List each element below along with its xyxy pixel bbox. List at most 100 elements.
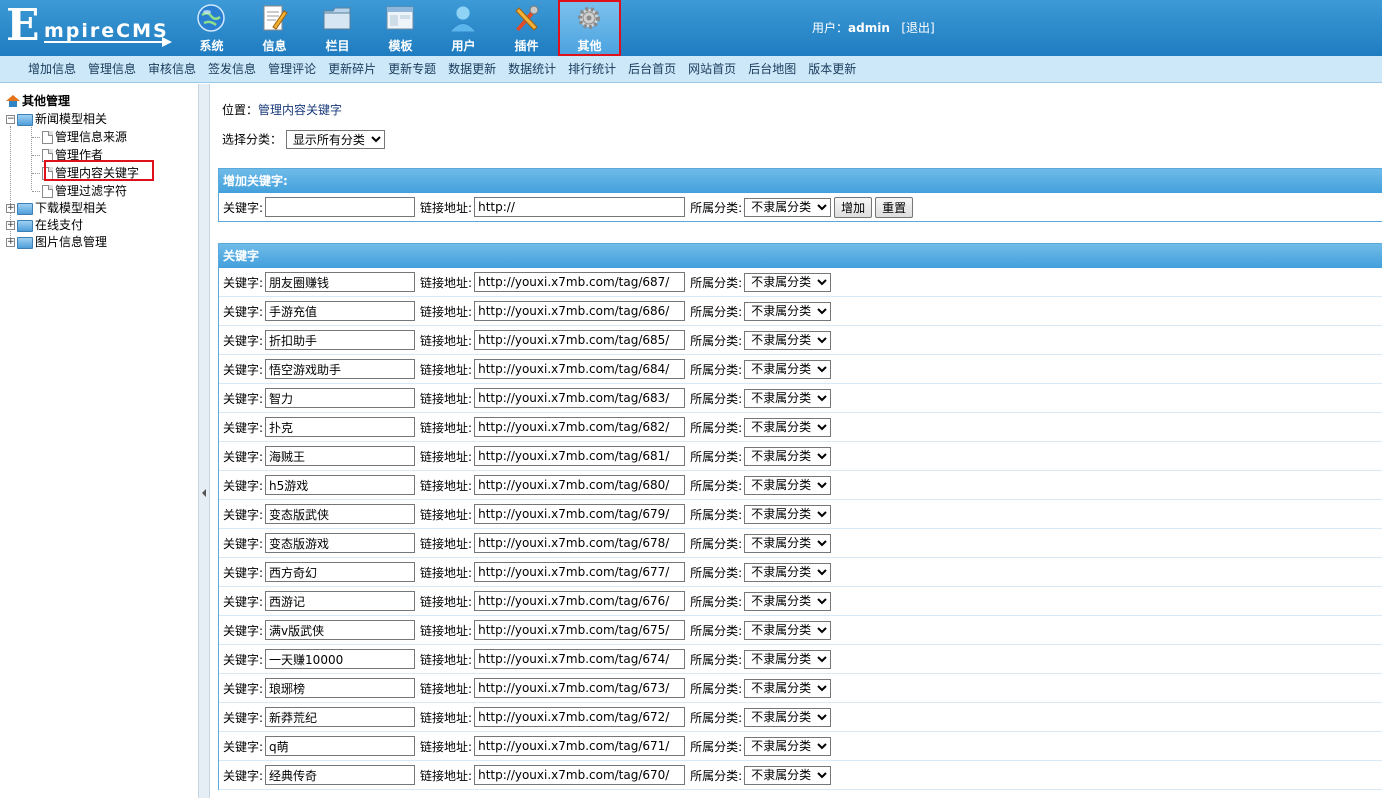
- class-select[interactable]: 不隶属分类: [744, 649, 832, 669]
- menu-item[interactable]: 审核信息: [142, 56, 202, 82]
- keyword-input[interactable]: [265, 301, 416, 321]
- class-select[interactable]: 不隶属分类: [744, 359, 832, 379]
- keyword-input[interactable]: [265, 475, 416, 495]
- menu-item[interactable]: 更新碎片: [322, 56, 382, 82]
- collapse-icon[interactable]: −: [6, 115, 15, 124]
- topnav-system[interactable]: 系统: [180, 0, 243, 56]
- url-input[interactable]: [474, 504, 686, 524]
- expand-icon[interactable]: +: [6, 238, 15, 247]
- topnav-info[interactable]: 信息: [243, 0, 306, 56]
- url-input[interactable]: [474, 678, 686, 698]
- class-select[interactable]: 不隶属分类: [744, 388, 832, 408]
- keyword-input[interactable]: [265, 272, 416, 292]
- expand-icon[interactable]: +: [6, 221, 15, 230]
- keyword-input[interactable]: [265, 649, 416, 669]
- class-select[interactable]: 不隶属分类: [744, 533, 832, 553]
- tree-root[interactable]: 其他管理: [6, 93, 70, 110]
- tree-photo-group[interactable]: + 图片信息管理: [6, 234, 107, 251]
- class-select[interactable]: 不隶属分类: [744, 765, 832, 785]
- url-input[interactable]: [474, 649, 686, 669]
- url-input[interactable]: [474, 707, 686, 727]
- keyword-input[interactable]: [265, 359, 416, 379]
- url-input[interactable]: [474, 330, 686, 350]
- menu-item[interactable]: 排行统计: [562, 56, 622, 82]
- keyword-input[interactable]: [265, 591, 416, 611]
- topnav-column[interactable]: 栏目: [306, 0, 369, 56]
- tree-item-source[interactable]: 管理信息来源: [40, 129, 127, 146]
- keyword-input[interactable]: [265, 736, 416, 756]
- menu-item[interactable]: 签发信息: [202, 56, 262, 82]
- logout-link[interactable]: [退出]: [901, 21, 934, 35]
- url-input[interactable]: [474, 359, 686, 379]
- keyword-input[interactable]: [265, 330, 416, 350]
- class-select[interactable]: 不隶属分类: [744, 330, 832, 350]
- url-input[interactable]: [474, 562, 686, 582]
- username: admin: [848, 21, 890, 35]
- url-input[interactable]: [474, 765, 686, 785]
- menu-item[interactable]: 更新专题: [382, 56, 442, 82]
- expand-icon[interactable]: +: [6, 204, 15, 213]
- class-select[interactable]: 不隶属分类: [744, 562, 832, 582]
- sidebar-splitter[interactable]: [198, 84, 210, 798]
- keyword-input[interactable]: [265, 417, 416, 437]
- class-select[interactable]: 不隶属分类: [744, 678, 832, 698]
- menu-item[interactable]: 增加信息: [22, 56, 82, 82]
- tree-payment-group[interactable]: + 在线支付: [6, 217, 83, 234]
- class-select[interactable]: 不隶属分类: [744, 620, 832, 640]
- menu-item[interactable]: 管理信息: [82, 56, 142, 82]
- keyword-label: 关键字:: [223, 449, 264, 464]
- keyword-input[interactable]: [265, 562, 416, 582]
- category-select[interactable]: 显示所有分类: [285, 130, 385, 149]
- class-select[interactable]: 不隶属分类: [744, 301, 832, 321]
- tree-download-group[interactable]: + 下载模型相关: [6, 200, 107, 217]
- keyword-input[interactable]: [265, 446, 416, 466]
- keyword-list-panel: 关键字 关键字:链接地址:所属分类:不隶属分类关键字:链接地址:所属分类:不隶属…: [218, 243, 1382, 790]
- class-select[interactable]: 不隶属分类: [744, 736, 832, 756]
- class-select[interactable]: 不隶属分类: [744, 272, 832, 292]
- keyword-input[interactable]: [265, 707, 416, 727]
- url-input[interactable]: [474, 736, 686, 756]
- url-input[interactable]: [474, 301, 686, 321]
- breadcrumb-link[interactable]: 管理内容关键字: [258, 103, 342, 117]
- class-select[interactable]: 不隶属分类: [744, 591, 832, 611]
- topnav-other[interactable]: 其他: [558, 0, 621, 56]
- url-input[interactable]: [474, 475, 686, 495]
- menu-item[interactable]: 后台首页: [622, 56, 682, 82]
- keyword-input[interactable]: [265, 765, 416, 785]
- reset-button[interactable]: 重置: [875, 196, 914, 218]
- keyword-input[interactable]: [265, 533, 416, 553]
- class-select[interactable]: 不隶属分类: [744, 504, 832, 524]
- sidebar-tree: 其他管理 − 新闻模型相关 管理信息来源 管理作者 管理内容关键字 管理过滤字符 …: [0, 84, 198, 798]
- url-input[interactable]: [474, 417, 686, 437]
- new-class-select[interactable]: 不隶属分类: [744, 197, 832, 217]
- tree-news-group[interactable]: − 新闻模型相关: [6, 111, 107, 128]
- menu-item[interactable]: 数据统计: [502, 56, 562, 82]
- keyword-input[interactable]: [265, 620, 416, 640]
- url-input[interactable]: [474, 591, 686, 611]
- keyword-input[interactable]: [265, 504, 416, 524]
- tree-item-filter[interactable]: 管理过滤字符: [40, 183, 127, 200]
- menu-item[interactable]: 版本更新: [802, 56, 862, 82]
- topnav-template[interactable]: 模板: [369, 0, 432, 56]
- url-input[interactable]: [474, 388, 686, 408]
- class-select[interactable]: 不隶属分类: [744, 707, 832, 727]
- url-input[interactable]: [474, 533, 686, 553]
- url-input[interactable]: [474, 620, 686, 640]
- new-url-input[interactable]: [474, 197, 686, 217]
- menu-item[interactable]: 网站首页: [682, 56, 742, 82]
- menu-item[interactable]: 后台地图: [742, 56, 802, 82]
- topnav-plugin[interactable]: 插件: [495, 0, 558, 56]
- new-keyword-input[interactable]: [265, 197, 416, 217]
- topnav-user[interactable]: 用户: [432, 0, 495, 56]
- url-input[interactable]: [474, 446, 686, 466]
- class-select[interactable]: 不隶属分类: [744, 446, 832, 466]
- class-select[interactable]: 不隶属分类: [744, 417, 832, 437]
- menu-item[interactable]: 数据更新: [442, 56, 502, 82]
- class-select[interactable]: 不隶属分类: [744, 475, 832, 495]
- keyword-input[interactable]: [265, 678, 416, 698]
- url-input[interactable]: [474, 272, 686, 292]
- menu-item[interactable]: 管理评论: [262, 56, 322, 82]
- collapse-arrow-icon[interactable]: [202, 489, 206, 497]
- add-button[interactable]: 增加: [834, 196, 873, 218]
- keyword-input[interactable]: [265, 388, 416, 408]
